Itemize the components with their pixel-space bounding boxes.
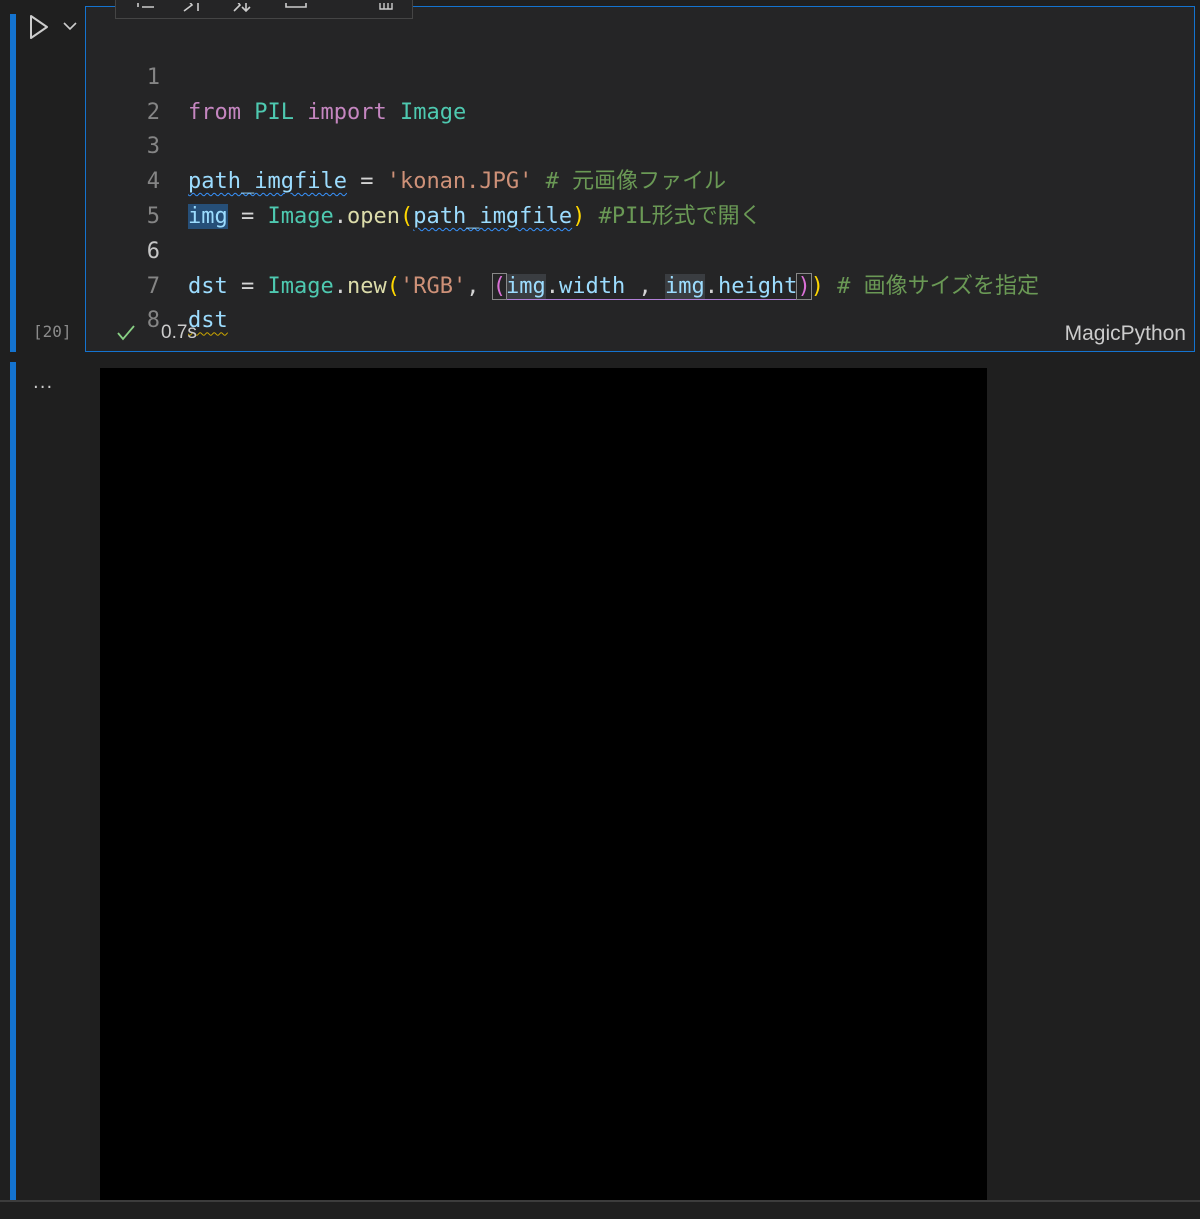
code-line: 5 [100,165,1100,229]
code-line: 8 [100,270,1100,333]
divider [0,1200,1200,1202]
notebook-view: 1 from PIL import Image 2 3 path_imgfile… [0,0,1200,1219]
output-image [100,368,987,1201]
delete-icon[interactable] [374,0,398,12]
chevron-down-icon [63,22,77,31]
code-line: 6 dst = Image.new('RGB', (img.width , im… [100,200,1100,300]
run-options-dropdown[interactable] [60,16,80,36]
execute-above-icon[interactable] [180,0,204,12]
check-icon [115,322,137,344]
execute-below-icon[interactable] [230,0,254,12]
cell-focus-indicator [10,14,16,352]
execution-duration: 0.7s [161,322,197,343]
play-icon [30,15,48,39]
output-focus-indicator [10,362,16,1202]
code-line: 4 img = Image.open(path_imgfile) #PIL形式で… [100,130,1100,229]
execution-count: [20] [33,322,72,341]
cell-toolbar [115,0,413,19]
cell-language-selector[interactable]: MagicPython [1065,322,1186,346]
run-cell-button[interactable] [28,14,50,40]
ellipsis-icon[interactable]: ... [33,372,53,393]
code-line: 7 dst [100,235,1100,334]
code-line: 1 from PIL import Image [100,26,1100,125]
code-area[interactable]: 1 from PIL import Image 2 3 path_imgfile… [100,26,1100,334]
split-cell-icon[interactable] [284,0,308,12]
run-by-line-icon[interactable] [134,0,158,12]
code-line: 2 [100,61,1100,125]
code-line: 3 path_imgfile = 'konan.JPG' # 元画像ファイル [100,96,1100,194]
